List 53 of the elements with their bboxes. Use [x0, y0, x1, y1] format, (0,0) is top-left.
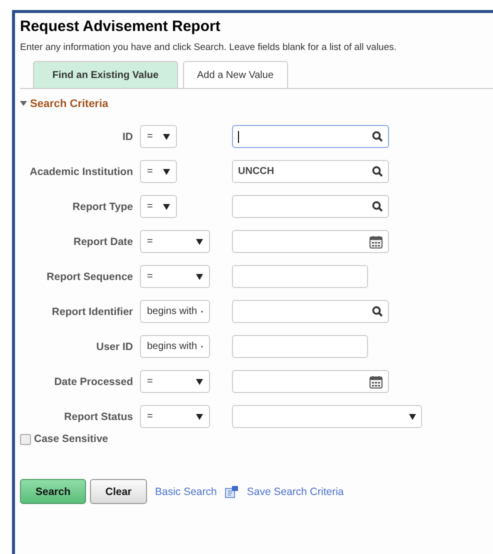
search-icon[interactable]: [372, 201, 383, 212]
page-title: Request Advisement Report: [20, 18, 222, 35]
checkbox[interactable]: [20, 434, 31, 444]
input-field[interactable]: UNCCH: [232, 160, 389, 183]
search-icon[interactable]: [372, 306, 383, 317]
field-label: Date Processed: [53, 376, 133, 388]
caret-icon: [196, 238, 203, 244]
operator-dropdown[interactable]: begins with: [140, 300, 210, 323]
input-field[interactable]: [232, 195, 389, 218]
input-field[interactable]: [232, 230, 389, 253]
tab[interactable]: Add a New Value: [183, 61, 288, 88]
input-field[interactable]: [232, 265, 368, 288]
input-field[interactable]: [232, 125, 389, 148]
field-label: Report Status: [63, 410, 133, 422]
search-icon[interactable]: [372, 131, 383, 142]
input-field[interactable]: [232, 335, 368, 358]
calendar-icon[interactable]: [369, 234, 383, 248]
operator-dropdown[interactable]: =: [140, 265, 210, 288]
field-label: Report Date: [72, 236, 133, 248]
caret-icon: [196, 378, 203, 384]
section-title[interactable]: Search Criteria: [30, 98, 108, 110]
operator-dropdown[interactable]: =: [140, 405, 210, 428]
caret-icon: [409, 414, 416, 420]
checkbox-label[interactable]: Case Sensitive: [34, 433, 108, 445]
input-field[interactable]: [232, 300, 389, 323]
operator-dropdown[interactable]: =: [140, 125, 177, 148]
button[interactable]: Search: [20, 479, 86, 504]
caret-icon: [196, 414, 203, 420]
operator-dropdown[interactable]: =: [140, 370, 210, 393]
operator-dropdown[interactable]: begins with: [140, 335, 210, 358]
operator-dropdown[interactable]: =: [140, 230, 210, 253]
link[interactable]: Basic Search: [155, 486, 217, 498]
collapse-arrow-icon[interactable]: [20, 101, 27, 107]
field-label: ID: [122, 130, 133, 142]
input-field[interactable]: [232, 370, 389, 393]
operator-dropdown[interactable]: =: [140, 160, 177, 183]
field-label: Report Type: [72, 200, 133, 212]
search-icon[interactable]: [372, 166, 383, 177]
operator-dropdown[interactable]: =: [140, 195, 177, 218]
instructions-text: Enter any information you have and click Search. Leave fields blank for a list of all values.: [20, 42, 398, 53]
field-label: Academic Institution: [28, 166, 133, 178]
caret-icon: [163, 168, 170, 174]
field-label: Report Sequence: [46, 270, 133, 282]
calendar-icon[interactable]: [369, 374, 383, 388]
tab[interactable]: Find an Existing Value: [33, 61, 178, 88]
field-label: User ID: [95, 340, 133, 352]
caret-icon: [196, 274, 203, 280]
save-icon[interactable]: [224, 486, 238, 498]
field-label: Report Identifier: [50, 306, 133, 318]
link[interactable]: Save Search Criteria: [246, 486, 344, 498]
caret-icon: [163, 204, 170, 210]
button[interactable]: Clear: [90, 479, 147, 504]
caret-icon: [163, 134, 170, 140]
